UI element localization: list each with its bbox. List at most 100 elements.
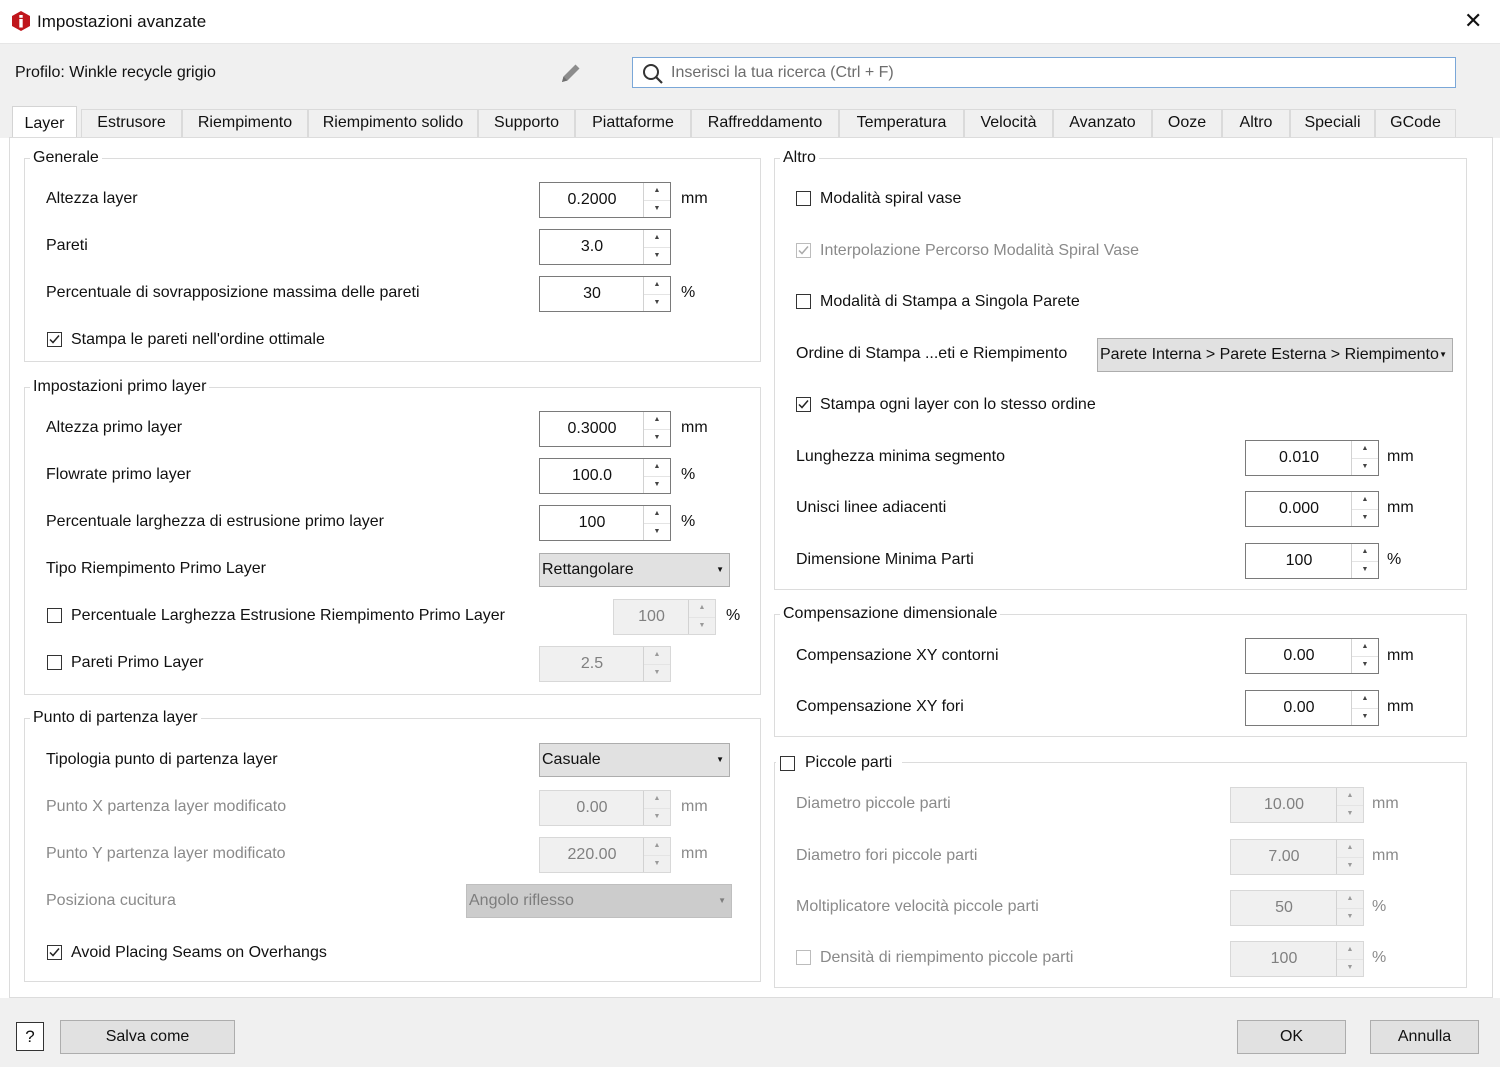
spin-down-arrow-icon[interactable]: ▼ bbox=[644, 855, 670, 872]
interpolazione-label[interactable]: Interpolazione Percorso Modalità Spiral … bbox=[820, 242, 1139, 260]
tipo-riempimento-select[interactable]: Rettangolare ▼ bbox=[539, 553, 730, 587]
tab-supporto[interactable]: Supporto bbox=[478, 109, 575, 138]
pareti-primo-layer-spinbox[interactable]: 2.5 ▲ ▼ bbox=[539, 646, 671, 682]
stesso-ordine-label[interactable]: Stampa ogni layer con lo stesso ordine bbox=[820, 396, 1096, 414]
spin-up-arrow-icon[interactable]: ▲ bbox=[644, 838, 670, 856]
spin-down-arrow-icon[interactable]: ▼ bbox=[1352, 561, 1378, 578]
spin-down-arrow-icon[interactable]: ▼ bbox=[644, 247, 670, 264]
tab-ooze[interactable]: Ooze bbox=[1152, 109, 1222, 138]
help-button[interactable]: ? bbox=[16, 1022, 44, 1051]
spin-up-arrow-icon[interactable]: ▲ bbox=[1352, 691, 1378, 709]
spin-down-arrow-icon[interactable]: ▼ bbox=[1352, 656, 1378, 673]
xy-contorni-spinbox[interactable]: 0.00 ▲ ▼ bbox=[1245, 638, 1379, 674]
tab-layer[interactable]: Layer bbox=[12, 106, 77, 139]
interpolazione-checkbox[interactable] bbox=[796, 243, 811, 258]
spin-up-arrow-icon[interactable]: ▲ bbox=[644, 412, 670, 430]
avoid-seams-checkbox[interactable] bbox=[47, 945, 62, 960]
spin-down-arrow-icon[interactable]: ▼ bbox=[1352, 509, 1378, 526]
densita-spinbox[interactable]: 100 ▲ ▼ bbox=[1230, 941, 1364, 977]
spiral-vase-checkbox[interactable] bbox=[796, 191, 811, 206]
lunghezza-min-spinbox[interactable]: 0.010 ▲ ▼ bbox=[1245, 440, 1379, 476]
spin-up-arrow-icon[interactable]: ▲ bbox=[644, 277, 670, 295]
spin-down-arrow-icon[interactable]: ▼ bbox=[644, 294, 670, 311]
spin-up-arrow-icon[interactable]: ▲ bbox=[644, 230, 670, 248]
spin-down-arrow-icon[interactable]: ▼ bbox=[644, 808, 670, 825]
tab-avanzato[interactable]: Avanzato bbox=[1053, 109, 1152, 138]
spin-down-arrow-icon[interactable]: ▼ bbox=[1337, 959, 1363, 976]
spin-up-arrow-icon[interactable]: ▲ bbox=[1337, 891, 1363, 909]
search-box[interactable] bbox=[632, 57, 1456, 88]
spin-down-arrow-icon[interactable]: ▼ bbox=[1337, 908, 1363, 925]
spin-down-arrow-icon[interactable]: ▼ bbox=[1352, 708, 1378, 725]
piccole-parti-checkbox[interactable] bbox=[780, 756, 795, 771]
tab-velocita[interactable]: Velocità bbox=[964, 109, 1053, 138]
altezza-layer-spinbox[interactable]: 0.2000 ▲ ▼ bbox=[539, 182, 671, 218]
unisci-linee-spinbox[interactable]: 0.000 ▲ ▼ bbox=[1245, 491, 1379, 527]
spin-up-arrow-icon[interactable]: ▲ bbox=[1337, 840, 1363, 858]
spin-down-arrow-icon[interactable]: ▼ bbox=[1337, 805, 1363, 822]
tab-estrusore[interactable]: Estrusore bbox=[81, 109, 182, 138]
flowrate-spinbox[interactable]: 100.0 ▲ ▼ bbox=[539, 458, 671, 494]
tab-riempimento[interactable]: Riempimento bbox=[182, 109, 308, 138]
spin-up-arrow-icon[interactable]: ▲ bbox=[1352, 441, 1378, 459]
spin-up-arrow-icon[interactable]: ▲ bbox=[1352, 639, 1378, 657]
spiral-vase-label[interactable]: Modalità spiral vase bbox=[820, 190, 961, 208]
densita-checkbox[interactable] bbox=[796, 950, 811, 965]
posiziona-cucitura-select[interactable]: Angolo riflesso ▼ bbox=[466, 884, 732, 918]
ordine-stampa-select[interactable]: Parete Interna > Parete Esterna > Riempi… bbox=[1097, 338, 1453, 372]
spin-up-arrow-icon[interactable]: ▲ bbox=[644, 647, 670, 665]
larghezza-riempimento-checkbox[interactable] bbox=[47, 608, 62, 623]
spin-up-arrow-icon[interactable]: ▲ bbox=[1337, 942, 1363, 960]
tab-piattaforme[interactable]: Piattaforme bbox=[575, 109, 691, 138]
xy-fori-spinbox[interactable]: 0.00 ▲ ▼ bbox=[1245, 690, 1379, 726]
moltiplicatore-spinbox[interactable]: 50 ▲ ▼ bbox=[1230, 890, 1364, 926]
stesso-ordine-checkbox[interactable] bbox=[796, 397, 811, 412]
sovrapposizione-spinbox[interactable]: 30 ▲ ▼ bbox=[539, 276, 671, 312]
spin-up-arrow-icon[interactable]: ▲ bbox=[1352, 544, 1378, 562]
larghezza-estrusione-spinbox[interactable]: 100 ▲ ▼ bbox=[539, 505, 671, 541]
close-icon[interactable]: ✕ bbox=[1464, 8, 1482, 34]
avoid-seams-label[interactable]: Avoid Placing Seams on Overhangs bbox=[71, 944, 327, 962]
search-input[interactable] bbox=[669, 61, 1443, 85]
singola-parete-label[interactable]: Modalità di Stampa a Singola Parete bbox=[820, 293, 1080, 311]
diametro-fori-spinbox[interactable]: 7.00 ▲ ▼ bbox=[1230, 839, 1364, 875]
spin-down-arrow-icon[interactable]: ▼ bbox=[1352, 458, 1378, 475]
tab-altro[interactable]: Altro bbox=[1222, 109, 1290, 138]
larghezza-riempimento-label[interactable]: Percentuale Larghezza Estrusione Riempim… bbox=[71, 607, 505, 625]
spin-up-arrow-icon[interactable]: ▲ bbox=[644, 791, 670, 809]
tab-raffreddamento[interactable]: Raffreddamento bbox=[691, 109, 839, 138]
pareti-primo-layer-checkbox[interactable] bbox=[47, 655, 62, 670]
tab-speciali[interactable]: Speciali bbox=[1290, 109, 1375, 138]
ordine-ottimale-label[interactable]: Stampa le pareti nell'ordine ottimale bbox=[71, 331, 325, 349]
spin-up-arrow-icon[interactable]: ▲ bbox=[644, 506, 670, 524]
edit-pencil-icon[interactable] bbox=[558, 60, 584, 86]
tab-temperatura[interactable]: Temperatura bbox=[839, 109, 964, 138]
dimensione-min-spinbox[interactable]: 100 ▲ ▼ bbox=[1245, 543, 1379, 579]
spin-up-arrow-icon[interactable]: ▲ bbox=[1352, 492, 1378, 510]
tipologia-partenza-select[interactable]: Casuale ▼ bbox=[539, 743, 730, 777]
save-as-button[interactable]: Salva come bbox=[60, 1020, 235, 1054]
spin-down-arrow-icon[interactable]: ▼ bbox=[644, 523, 670, 540]
ok-button[interactable]: OK bbox=[1237, 1020, 1346, 1054]
spin-up-arrow-icon[interactable]: ▲ bbox=[644, 183, 670, 201]
diametro-spinbox[interactable]: 10.00 ▲ ▼ bbox=[1230, 787, 1364, 823]
singola-parete-checkbox[interactable] bbox=[796, 294, 811, 309]
larghezza-riempimento-spinbox[interactable]: 100 ▲ ▼ bbox=[613, 599, 716, 635]
spin-up-arrow-icon[interactable]: ▲ bbox=[644, 459, 670, 477]
cancel-button[interactable]: Annulla bbox=[1370, 1020, 1479, 1054]
tab-riempimento-solido[interactable]: Riempimento solido bbox=[308, 109, 478, 138]
spin-down-arrow-icon[interactable]: ▼ bbox=[644, 476, 670, 493]
tab-gcode[interactable]: GCode bbox=[1375, 109, 1456, 138]
spin-down-arrow-icon[interactable]: ▼ bbox=[644, 429, 670, 446]
punto-y-spinbox[interactable]: 220.00 ▲ ▼ bbox=[539, 837, 671, 873]
densita-label[interactable]: Densità di riempimento piccole parti bbox=[820, 949, 1073, 967]
spin-down-arrow-icon[interactable]: ▼ bbox=[1337, 857, 1363, 874]
piccole-parti-label[interactable]: Piccole parti bbox=[805, 754, 892, 772]
pareti-primo-layer-label[interactable]: Pareti Primo Layer bbox=[71, 654, 204, 672]
spin-up-arrow-icon[interactable]: ▲ bbox=[1337, 788, 1363, 806]
spin-down-arrow-icon[interactable]: ▼ bbox=[689, 617, 715, 634]
pareti-spinbox[interactable]: 3.0 ▲ ▼ bbox=[539, 229, 671, 265]
altezza-primo-layer-spinbox[interactable]: 0.3000 ▲ ▼ bbox=[539, 411, 671, 447]
punto-x-spinbox[interactable]: 0.00 ▲ ▼ bbox=[539, 790, 671, 826]
spin-up-arrow-icon[interactable]: ▲ bbox=[689, 600, 715, 618]
